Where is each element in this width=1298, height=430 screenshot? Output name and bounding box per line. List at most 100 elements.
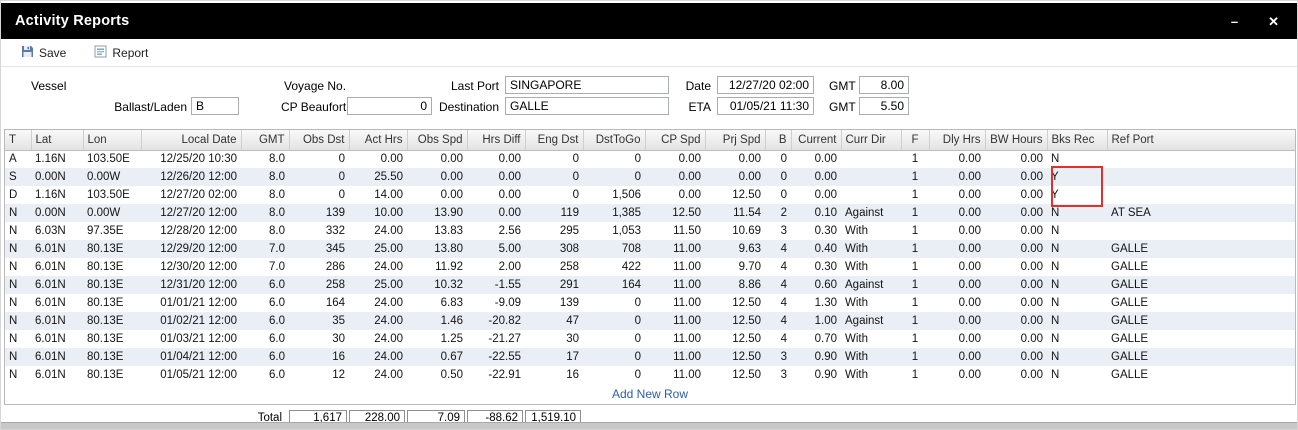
cell[interactable]: N xyxy=(5,348,31,366)
close-icon[interactable]: ✕ xyxy=(1268,15,1279,28)
cell[interactable]: 6.01N xyxy=(31,312,83,330)
cell[interactable]: 13.83 xyxy=(407,222,467,240)
cell[interactable]: GALLE xyxy=(1107,240,1295,258)
cell[interactable]: Y xyxy=(1047,186,1107,204)
cell[interactable]: 25.50 xyxy=(349,168,407,186)
cell[interactable]: 01/02/21 12:00 xyxy=(141,312,241,330)
cell[interactable]: GALLE xyxy=(1107,276,1295,294)
cell[interactable]: N xyxy=(1047,276,1107,294)
cell[interactable]: 291 xyxy=(525,276,583,294)
cell[interactable]: 4 xyxy=(765,258,791,276)
cell[interactable]: 11.50 xyxy=(645,222,705,240)
cell[interactable]: 11.00 xyxy=(645,276,705,294)
cell[interactable]: 5.00 xyxy=(467,240,525,258)
cell[interactable]: 12.50 xyxy=(705,348,765,366)
cell[interactable]: 24.00 xyxy=(349,348,407,366)
cell[interactable]: 0.00N xyxy=(31,204,83,222)
cell[interactable]: 0.00 xyxy=(985,168,1047,186)
cell[interactable]: 12.50 xyxy=(705,366,765,384)
cell[interactable]: N xyxy=(1047,222,1107,240)
cell[interactable]: 0 xyxy=(583,366,645,384)
cell[interactable]: 24.00 xyxy=(349,222,407,240)
cell[interactable]: -20.82 xyxy=(467,312,525,330)
cell[interactable]: 4 xyxy=(765,312,791,330)
cell[interactable]: 0.10 xyxy=(791,204,841,222)
cell[interactable]: 0.00 xyxy=(705,150,765,168)
cell[interactable]: 1 xyxy=(901,222,929,240)
table-row[interactable]: N6.01N80.13E01/02/21 12:006.03524.001.46… xyxy=(5,312,1295,330)
cell[interactable]: 11.00 xyxy=(645,348,705,366)
table-row[interactable]: N6.01N80.13E01/03/21 12:006.03024.001.25… xyxy=(5,330,1295,348)
cell[interactable]: 0 xyxy=(525,150,583,168)
minimize-icon[interactable]: – xyxy=(1231,15,1238,28)
cell[interactable]: 0.00 xyxy=(467,150,525,168)
cell[interactable]: 345 xyxy=(289,240,349,258)
cell[interactable]: 12 xyxy=(289,366,349,384)
cell[interactable] xyxy=(841,150,901,168)
cell[interactable]: S xyxy=(5,168,31,186)
cell[interactable]: 80.13E xyxy=(83,348,141,366)
cell[interactable]: 30 xyxy=(525,330,583,348)
cell[interactable]: AT SEA xyxy=(1107,204,1295,222)
cell[interactable]: 1 xyxy=(901,348,929,366)
cell[interactable]: 0.00 xyxy=(645,186,705,204)
cell[interactable]: Against xyxy=(841,312,901,330)
cell[interactable]: 0.00 xyxy=(985,276,1047,294)
cell[interactable]: 6.83 xyxy=(407,294,467,312)
cell[interactable]: 1 xyxy=(901,150,929,168)
cell[interactable]: 6.01N xyxy=(31,330,83,348)
cell[interactable]: 13.90 xyxy=(407,204,467,222)
cell[interactable]: 0 xyxy=(765,150,791,168)
cell[interactable]: 10.69 xyxy=(705,222,765,240)
cell[interactable]: 6.01N xyxy=(31,294,83,312)
cell[interactable]: 01/05/21 12:00 xyxy=(141,366,241,384)
cell[interactable]: 422 xyxy=(583,258,645,276)
cell[interactable]: -22.91 xyxy=(467,366,525,384)
cell[interactable]: 11.00 xyxy=(645,312,705,330)
cell[interactable]: N xyxy=(5,222,31,240)
cell[interactable]: 0.00 xyxy=(407,168,467,186)
cell[interactable]: 12.50 xyxy=(645,204,705,222)
cell[interactable]: 8.0 xyxy=(241,150,289,168)
cell[interactable]: 8.0 xyxy=(241,222,289,240)
cell[interactable]: 0.00 xyxy=(985,312,1047,330)
cell[interactable]: 11.54 xyxy=(705,204,765,222)
cell[interactable]: 0 xyxy=(765,186,791,204)
cell[interactable]: 6.0 xyxy=(241,366,289,384)
cell[interactable]: 13.80 xyxy=(407,240,467,258)
cell[interactable]: N xyxy=(5,366,31,384)
table-row[interactable]: N6.01N80.13E01/04/21 12:006.01624.000.67… xyxy=(5,348,1295,366)
cell[interactable]: 25.00 xyxy=(349,276,407,294)
cell[interactable]: 12.50 xyxy=(705,312,765,330)
cell[interactable]: 80.13E xyxy=(83,312,141,330)
cell[interactable]: 12.50 xyxy=(705,330,765,348)
cell[interactable]: 8.0 xyxy=(241,186,289,204)
cell[interactable]: 1 xyxy=(901,294,929,312)
cell[interactable]: 01/01/21 12:00 xyxy=(141,294,241,312)
cell[interactable]: 80.13E xyxy=(83,330,141,348)
cell[interactable]: 1 xyxy=(901,366,929,384)
cell[interactable]: 6.03N xyxy=(31,222,83,240)
cell[interactable]: 6.0 xyxy=(241,348,289,366)
cell[interactable]: 3 xyxy=(765,366,791,384)
cell[interactable]: 332 xyxy=(289,222,349,240)
cell[interactable]: 0.50 xyxy=(407,366,467,384)
cell[interactable]: 0.00 xyxy=(985,366,1047,384)
cell[interactable]: 0.00 xyxy=(791,186,841,204)
cell[interactable]: 0.00 xyxy=(985,150,1047,168)
cell[interactable]: 80.13E xyxy=(83,366,141,384)
cell[interactable]: 0.00 xyxy=(929,240,985,258)
cell[interactable]: 0 xyxy=(289,168,349,186)
cell[interactable]: 258 xyxy=(289,276,349,294)
cell[interactable]: 12/25/20 10:30 xyxy=(141,150,241,168)
cell[interactable]: 4 xyxy=(765,276,791,294)
cell[interactable]: 0.00W xyxy=(83,168,141,186)
cell[interactable]: A xyxy=(5,150,31,168)
cell[interactable]: 16 xyxy=(289,348,349,366)
cell[interactable]: 1.16N xyxy=(31,150,83,168)
cell[interactable]: -1.55 xyxy=(467,276,525,294)
cell[interactable]: 24.00 xyxy=(349,312,407,330)
cell[interactable]: 9.70 xyxy=(705,258,765,276)
table-row[interactable]: A1.16N103.50E12/25/20 10:308.000.000.000… xyxy=(5,150,1295,168)
cell[interactable]: 24.00 xyxy=(349,258,407,276)
